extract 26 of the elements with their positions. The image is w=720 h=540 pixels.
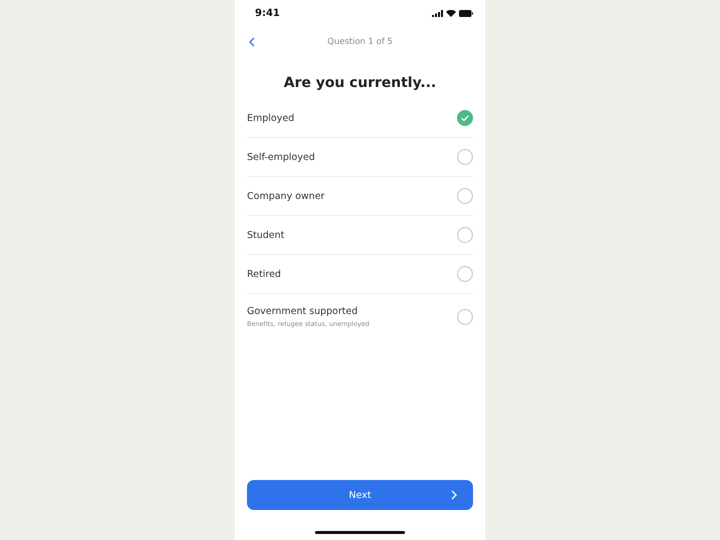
radio-icon[interactable] (457, 188, 473, 204)
option-label: Government supported (247, 306, 359, 317)
option-row[interactable]: Retired (247, 255, 473, 294)
chevron-left-icon (249, 37, 255, 47)
option-row[interactable]: Employed (247, 99, 473, 138)
option-label: Employed (247, 112, 294, 124)
battery-icon (459, 10, 473, 16)
option-label: Student (247, 230, 284, 240)
option-label: Self-employed (247, 152, 315, 162)
option-row[interactable]: Student (247, 216, 473, 255)
option-label: Retired (247, 268, 281, 280)
signal-icon (432, 10, 443, 16)
question-title: Are you currently... (282, 75, 438, 91)
option-row[interactable]: Self-employed (247, 138, 473, 177)
radio-icon[interactable] (457, 266, 473, 282)
wifi-icon (446, 10, 456, 16)
back-button[interactable] (247, 35, 257, 49)
option-row[interactable]: Company owner (247, 177, 473, 216)
status-time: 9:41 (255, 8, 280, 18)
checked-radio-icon[interactable] (457, 110, 473, 126)
chevron-right-icon (451, 490, 457, 500)
radio-icon[interactable] (457, 149, 473, 165)
next-button[interactable]: Next (247, 480, 473, 510)
radio-icon[interactable] (457, 309, 473, 325)
radio-icon[interactable] (457, 227, 473, 243)
option-label: Company owner (247, 190, 325, 202)
